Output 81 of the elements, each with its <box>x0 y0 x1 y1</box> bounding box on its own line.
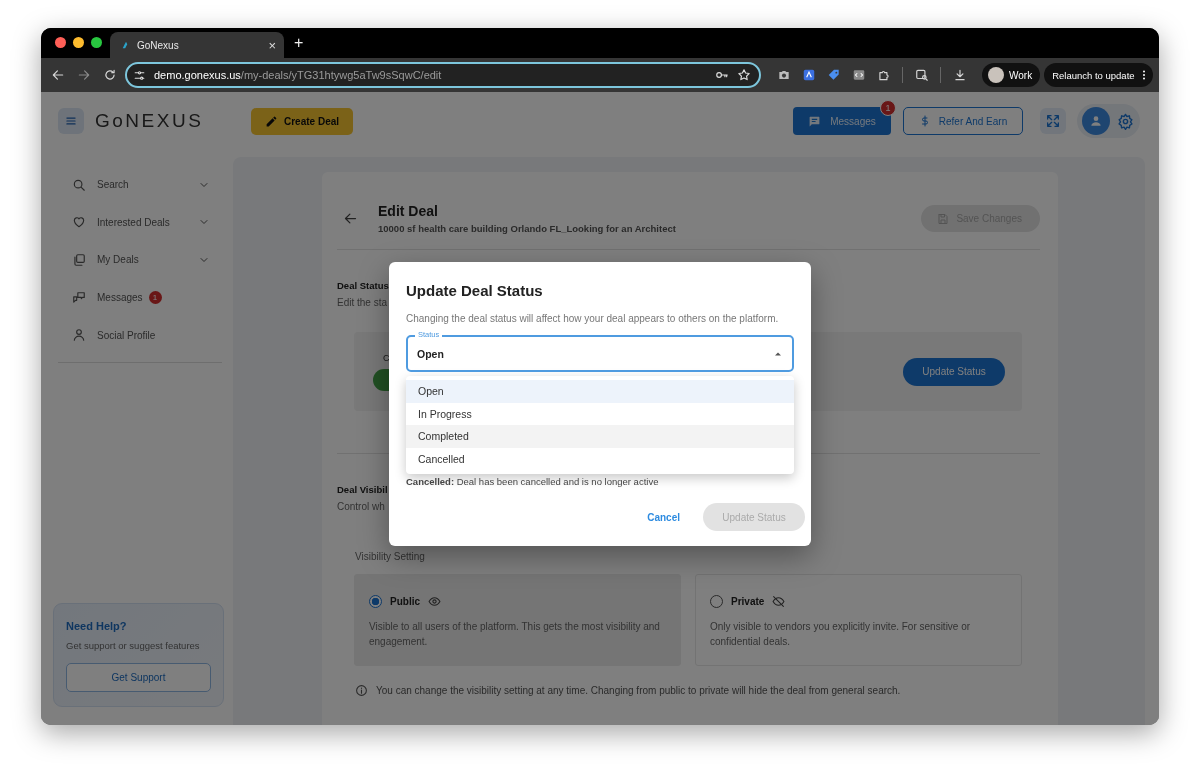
pencil-icon <box>265 114 278 128</box>
info-text: You can change the visibility setting at any time. Changing from public to private will hide the deal from general search. <box>376 685 901 696</box>
help-text: Get support or suggest features <box>66 640 201 651</box>
help-title: Need Help? <box>66 620 128 632</box>
visibility-option[interactable]: Private Only visible to vendors you explicitly invite. For sensitive or confidential deals. <box>695 574 1022 666</box>
save-icon <box>937 212 950 225</box>
page-title: Edit Deal <box>378 203 439 219</box>
back-arrow-icon[interactable] <box>343 211 358 226</box>
sidebar-item[interactable]: Messages 1 <box>41 278 222 317</box>
sidebar-item[interactable]: Interested Deals <box>41 203 222 242</box>
eye-slash-icon <box>772 595 786 608</box>
section-title: Deal Visibil <box>337 484 388 495</box>
extension-icon[interactable] <box>802 68 816 82</box>
browser-tab[interactable]: GoNexus × <box>110 32 284 58</box>
logo: GoNEXUS <box>95 110 204 132</box>
status-description: Cancelled: Deal has been cancelled and is no longer active <box>406 476 660 487</box>
search-icon <box>72 177 86 192</box>
dropdown-option[interactable]: Completed <box>406 425 794 448</box>
field-label: Visibility Setting <box>355 551 426 562</box>
get-support-button[interactable]: Get Support <box>66 663 211 692</box>
eye-icon <box>428 595 441 608</box>
cancel-button[interactable]: Cancel <box>647 511 680 523</box>
puzzle-icon[interactable] <box>877 68 891 82</box>
option-description: Only visible to vendors you explicitly invite. For sensitive or confidential deals. <box>710 620 972 649</box>
close-tab-button[interactable]: × <box>268 37 276 53</box>
notification-badge: 1 <box>880 100 896 116</box>
dialog-title: Update Deal Status <box>406 282 544 299</box>
camera-icon[interactable] <box>777 68 791 82</box>
person-icon <box>72 328 86 343</box>
address-bar[interactable]: demo.gonexus.us/my-deals/yTG31htywg5aTw9sSqwC/edit <box>125 62 761 88</box>
code-icon[interactable] <box>852 68 866 82</box>
reload-icon[interactable] <box>103 68 117 82</box>
avatar-icon[interactable] <box>1082 107 1110 135</box>
back-icon[interactable] <box>51 68 65 82</box>
count-badge: 1 <box>148 291 162 305</box>
tag-icon[interactable] <box>827 68 841 82</box>
url-text: demo.gonexus.us/my-deals/yTG31htywg5aTw9sSqwC/edit <box>154 69 442 81</box>
menu-icon <box>64 114 78 128</box>
window-control-icon[interactable] <box>73 37 84 48</box>
visibility-option[interactable]: Public Visible to all users of the platform. This gets the most visibility and engagement. <box>354 574 681 666</box>
avatar-icon <box>988 67 1004 83</box>
section-subtitle: Control wh <box>337 501 385 512</box>
create-deal-button[interactable]: Create Deal <box>251 107 354 135</box>
tab-search-icon[interactable] <box>915 68 929 82</box>
update-status-button[interactable]: Update Status <box>903 357 1005 386</box>
sidebar-item[interactable]: My Deals <box>41 241 222 279</box>
relaunch-button[interactable]: Relaunch to update <box>1044 63 1153 87</box>
tab-title: GoNexus <box>137 39 180 51</box>
menu-button[interactable] <box>58 108 84 134</box>
forward-icon[interactable] <box>77 68 91 82</box>
fullscreen-button[interactable] <box>1040 108 1066 134</box>
expand-icon <box>1045 113 1061 129</box>
copies-icon <box>72 253 86 267</box>
dialog-description: Changing the deal status will affect how your deal appears to others on the platform. <box>406 313 780 324</box>
option-label: Public <box>390 596 420 607</box>
option-description: Visible to all users of the platform. This gets the most visibility and engagement. <box>369 620 661 649</box>
download-icon[interactable] <box>953 68 967 82</box>
settings-icon[interactable] <box>1117 112 1134 130</box>
dropdown-option[interactable]: Cancelled <box>406 447 794 470</box>
deal-name: 10000 sf health care building Orlando FL_Looking for an Architect <box>378 223 676 234</box>
option-label: Private <box>731 596 765 607</box>
sidebar-item[interactable]: Social Profile <box>41 316 222 354</box>
sidebar-item[interactable]: Search <box>41 166 222 204</box>
radio-button[interactable] <box>369 595 382 608</box>
window-control-icon[interactable] <box>91 37 102 48</box>
dropdown-option[interactable]: Open <box>406 380 794 403</box>
section-title: Deal Status <box>337 280 389 291</box>
chat-icon <box>72 290 86 305</box>
user-menu[interactable] <box>1077 104 1140 138</box>
person-icon <box>1089 114 1103 128</box>
bookmark-star-icon[interactable] <box>737 68 751 82</box>
new-tab-button[interactable]: + <box>284 34 304 58</box>
profile-button[interactable]: Work <box>982 63 1041 87</box>
heart-icon <box>72 215 86 230</box>
chat-icon <box>808 114 822 128</box>
site-settings-icon[interactable] <box>133 68 146 82</box>
section-subtitle: Edit the sta <box>337 297 388 308</box>
window-control-icon[interactable] <box>55 37 66 48</box>
info-icon <box>355 684 368 697</box>
refer-button[interactable]: Refer And Earn <box>903 107 1023 135</box>
dropdown-option[interactable]: In Progress <box>406 402 794 425</box>
